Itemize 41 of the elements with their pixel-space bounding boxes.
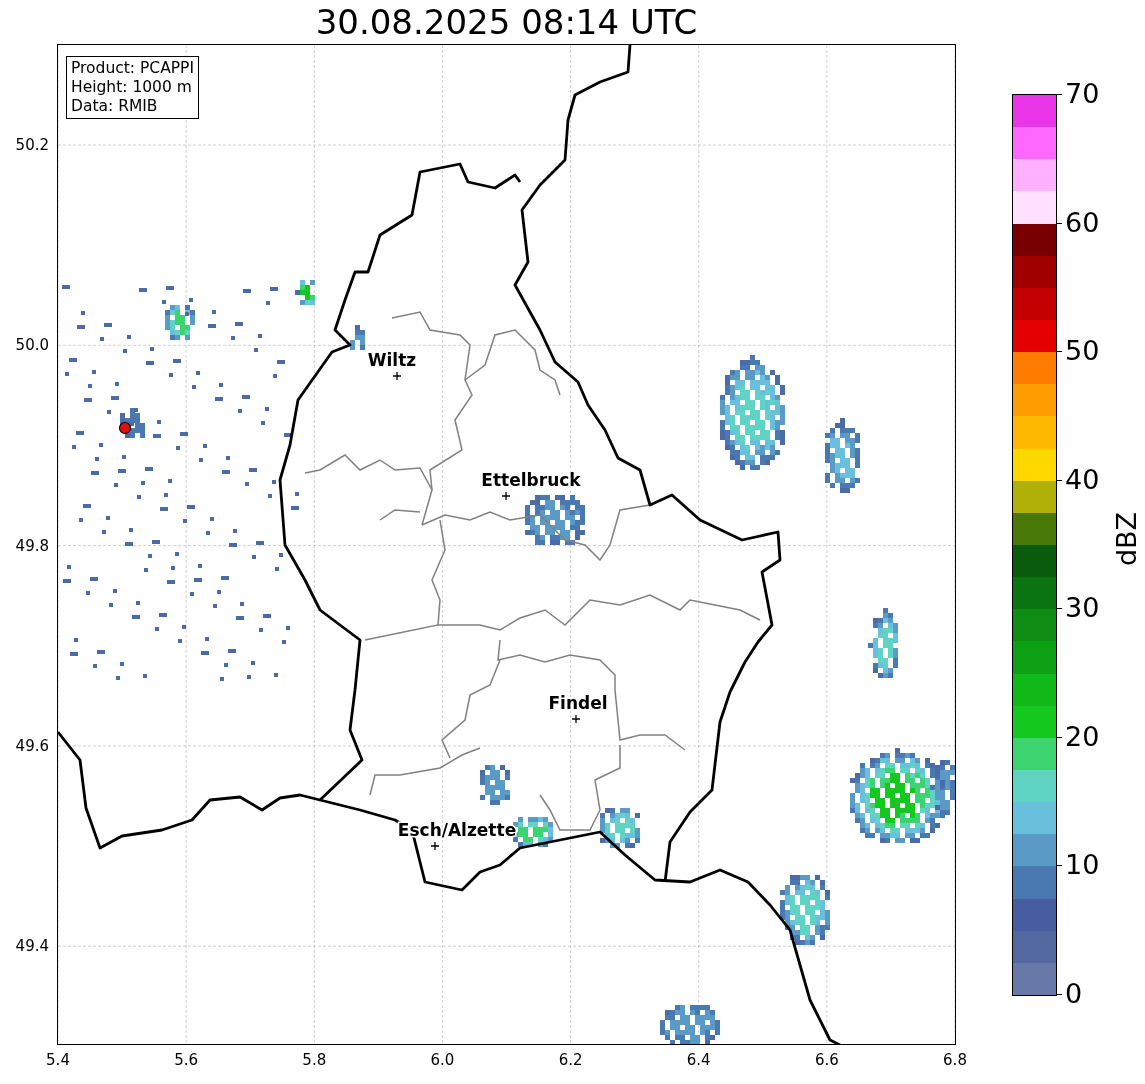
- colorbar-tick-label: 30: [1065, 593, 1100, 624]
- colorbar-tick-label: 0: [1065, 979, 1083, 1009]
- axis-tick-label: 5.6: [174, 1051, 199, 1069]
- axis-tick-label: 49.8: [15, 536, 49, 555]
- city-marker-icon: [392, 371, 402, 381]
- axis-tick-label: 5.4: [46, 1051, 70, 1069]
- axis-tick-label: 49.6: [15, 736, 49, 755]
- city-label: Wiltz: [367, 350, 417, 370]
- radar-echo: [660, 1005, 720, 1044]
- colorbar-tick-label: 40: [1065, 464, 1100, 495]
- info-text: Height: 1000 m: [71, 78, 193, 97]
- city-marker-icon: [501, 491, 511, 501]
- radar-echo: [525, 495, 585, 545]
- axis-tick-label: 49.4: [15, 937, 49, 956]
- info-text: Data: RMIB: [71, 97, 159, 116]
- city-marker-icon: [430, 841, 440, 851]
- axis-tick-label: 6.2: [558, 1051, 583, 1069]
- radar-echo: [480, 765, 510, 805]
- axis-tick-label: 6.0: [430, 1051, 455, 1069]
- colorbar-tick-label: 20: [1065, 721, 1100, 752]
- axis-tick-label: 50.0: [15, 336, 49, 355]
- city-label: Ettelbruck: [481, 470, 581, 490]
- radar-echo: [780, 875, 830, 945]
- axis-tick-label: 6.8: [943, 1051, 967, 1069]
- colorbar-tick-label: 50: [1065, 336, 1100, 367]
- axis-tick-label: 6.6: [814, 1051, 839, 1069]
- axis-tick-label: 6.4: [686, 1051, 711, 1069]
- info-text: Product: PCAPPI: [71, 59, 195, 78]
- colorbar-tick-label: 70: [1065, 79, 1100, 109]
- colorbar-label: dBZ: [1112, 511, 1143, 567]
- colorbar-tick-label: 60: [1065, 207, 1100, 238]
- colorbar-tick-label: 10: [1065, 850, 1100, 881]
- city-label: Findel: [548, 693, 608, 713]
- chart-title: 30.08.2025 08:14 UTC: [315, 2, 698, 44]
- radar-echo: [600, 808, 640, 848]
- axis-tick-label: 50.2: [15, 136, 49, 154]
- radar-echo: [868, 608, 898, 678]
- city-marker-icon: [571, 714, 581, 724]
- location-marker: [118, 421, 132, 435]
- axis-tick-label: 5.8: [302, 1051, 327, 1069]
- radar-echo: [350, 325, 365, 350]
